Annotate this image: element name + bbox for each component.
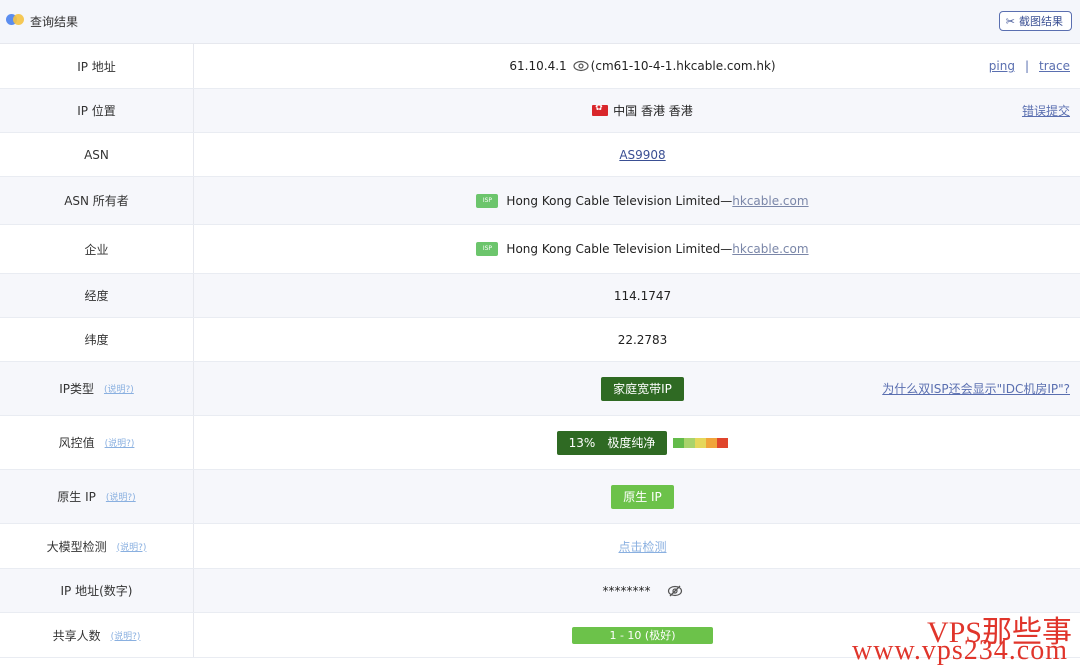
risk-percent: 13%	[568, 435, 596, 450]
company-name: Hong Kong Cable Television Limited—	[506, 242, 733, 256]
row-label-text: 原生 IP	[57, 490, 96, 504]
risk-meter-segment	[684, 437, 696, 448]
risk-meter-segment	[717, 437, 729, 448]
row-ip-address: IP 地址 61.10.4.1 (cm61-10-4-1.hkcable.com…	[0, 44, 1080, 89]
row-label: 原生 IP (说明?)	[0, 470, 194, 523]
row-label: 企业	[0, 225, 194, 273]
results-header: 查询结果 ✂ 截图结果	[0, 0, 1080, 44]
link-separator: |	[1024, 59, 1030, 73]
location-text: 中国 香港 香港	[613, 104, 693, 118]
risk-level: 极度纯净	[607, 436, 656, 450]
ip-type-badge: 家庭宽带IP	[601, 376, 684, 401]
hk-flag-icon	[592, 103, 609, 116]
company-domain-link[interactable]: hkcable.com	[732, 242, 808, 256]
help-link[interactable]: (说明?)	[106, 490, 136, 503]
row-ip-location: IP 位置 中国 香港 香港 错误提交	[0, 89, 1080, 133]
risk-value: 13% 极度纯净	[195, 416, 1080, 469]
row-asn-owner: ASN 所有者 ISP Hong Kong Cable Television L…	[0, 177, 1080, 225]
logo-icon	[6, 14, 26, 26]
shared-users-badge: 1 - 10 (极好)	[572, 626, 713, 644]
asn-owner-value: ISP Hong Kong Cable Television Limited— …	[195, 177, 1080, 224]
hostname-text: (cm61-10-4-1.hkcable.com.hk)	[590, 59, 776, 73]
row-label: ASN 所有者	[0, 177, 194, 224]
row-label: ASN	[0, 133, 194, 176]
help-link[interactable]: (说明?)	[105, 436, 135, 449]
row-ip-type: IP类型 (说明?) 家庭宽带IP 为什么双ISP还会显示"IDC机房IP"?	[0, 362, 1080, 416]
row-label: 共享人数 (说明?)	[0, 613, 194, 657]
isp-tag-icon: ISP	[476, 242, 499, 256]
row-label: 风控值 (说明?)	[0, 416, 194, 469]
help-link[interactable]: (说明?)	[117, 540, 147, 553]
results-title: 查询结果	[30, 15, 79, 29]
watermark-url: www.vps234.com	[852, 635, 1068, 666]
risk-meter-segment	[695, 437, 707, 448]
row-label-text: 大模型检测	[46, 539, 107, 554]
row-llm-detect: 大模型检测 (说明?) 点击检测	[0, 524, 1080, 569]
trace-link[interactable]: trace	[1039, 59, 1070, 73]
help-link[interactable]: (说明?)	[104, 382, 134, 395]
row-label: 大模型检测 (说明?)	[0, 524, 194, 568]
ip-type-note: 为什么双ISP还会显示"IDC机房IP"?	[882, 362, 1070, 415]
report-error-link[interactable]: 错误提交	[1022, 102, 1070, 119]
risk-meter-segment	[673, 437, 685, 448]
ip-value: 61.10.4.1 (cm61-10-4-1.hkcable.com.hk)	[195, 44, 1080, 88]
row-label-text: IP类型	[59, 382, 94, 396]
row-label: IP 位置	[0, 89, 194, 132]
row-label: IP 地址	[0, 44, 194, 88]
row-label-text: 共享人数	[52, 628, 101, 643]
risk-badge: 13% 极度纯净	[556, 430, 668, 455]
asn-value: AS9908	[195, 133, 1080, 176]
isp-tag-icon: ISP	[476, 193, 499, 208]
ping-link[interactable]: ping	[989, 59, 1015, 73]
ip-address-text: 61.10.4.1	[509, 59, 567, 73]
ip-numeric-masked: ********	[602, 583, 651, 598]
longitude-value: 114.1747	[613, 288, 672, 303]
row-latitude: 纬度 22.2783	[0, 318, 1080, 362]
eye-icon[interactable]	[573, 60, 589, 72]
ip-numeric-value: ********	[195, 569, 1080, 612]
latitude-value: 22.2783	[617, 332, 668, 347]
row-label: 经度	[0, 274, 194, 317]
company-value: ISP Hong Kong Cable Television Limited— …	[195, 225, 1080, 273]
row-native-ip: 原生 IP (说明?) 原生 IP	[0, 470, 1080, 524]
screenshot-button[interactable]: ✂ 截图结果	[998, 11, 1072, 31]
row-company: 企业 ISP Hong Kong Cable Television Limite…	[0, 225, 1080, 274]
row-risk-score: 风控值 (说明?) 13% 极度纯净	[0, 416, 1080, 470]
row-asn: ASN AS9908	[0, 133, 1080, 177]
click-detect-link[interactable]: 点击检测	[618, 538, 666, 555]
eye-off-icon[interactable]	[667, 583, 683, 599]
asn-owner-name: Hong Kong Cable Television Limited—	[506, 193, 733, 208]
location-value: 中国 香港 香港	[195, 89, 1080, 132]
row-label: IP 地址(数字)	[0, 569, 194, 612]
help-link[interactable]: (说明?)	[111, 629, 141, 642]
llm-value: 点击检测	[195, 524, 1080, 568]
ip-tools: ping | trace	[989, 44, 1070, 88]
native-value: 原生 IP	[195, 470, 1080, 523]
asn-owner-domain-link[interactable]: hkcable.com	[732, 194, 808, 208]
screenshot-button-label: 截图结果	[1019, 15, 1063, 28]
dual-isp-explain-link[interactable]: 为什么双ISP还会显示"IDC机房IP"?	[882, 380, 1070, 397]
risk-meter-segment	[706, 437, 718, 448]
row-label-text: 风控值	[58, 436, 95, 450]
scissors-icon: ✂	[1005, 14, 1015, 28]
risk-meter	[673, 437, 729, 448]
row-longitude: 经度 114.1747	[0, 274, 1080, 318]
native-ip-badge: 原生 IP	[611, 484, 674, 509]
row-label: 纬度	[0, 318, 194, 361]
row-ip-numeric: IP 地址(数字) ********	[0, 569, 1080, 613]
row-label: IP类型 (说明?)	[0, 362, 194, 415]
asn-link[interactable]: AS9908	[619, 148, 665, 162]
report-links: 错误提交	[1022, 89, 1070, 132]
